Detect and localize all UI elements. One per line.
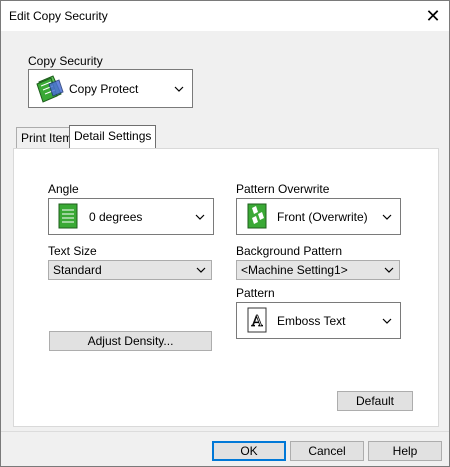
pattern-combobox[interactable]: A Emboss Text [236,302,401,339]
close-icon[interactable]: ✕ [421,4,445,28]
emboss-text-icon: A [247,307,267,336]
svg-text:A: A [251,312,263,330]
text-size-value: Standard [53,263,102,277]
ok-button[interactable]: OK [212,441,286,461]
window-title: Edit Copy Security [9,9,108,23]
copy-security-combobox[interactable]: Copy Protect [28,69,193,108]
angle-label: Angle [48,182,79,196]
footer-separator [1,431,449,432]
angle-combobox[interactable]: 0 degrees [48,198,214,235]
text-size-select[interactable]: Standard [48,260,212,280]
copy-protect-icon [35,74,65,107]
background-pattern-label: Background Pattern [236,244,343,258]
background-pattern-value: <Machine Setting1> [241,263,348,277]
text-size-label: Text Size [48,244,97,258]
help-button[interactable]: Help [368,441,442,461]
cancel-button[interactable]: Cancel [290,441,364,461]
pattern-overwrite-value: Front (Overwrite) [277,209,368,224]
pattern-value: Emboss Text [277,313,346,328]
copy-security-value: Copy Protect [69,81,139,96]
edit-copy-security-dialog: Edit Copy Security ✕ Copy Security Copy … [0,0,450,467]
angle-value: 0 degrees [89,209,143,224]
pattern-label: Pattern [236,286,275,300]
pattern-overwrite-icon [247,203,267,232]
adjust-density-button[interactable]: Adjust Density... [49,331,212,351]
background-pattern-select[interactable]: <Machine Setting1> [236,260,400,280]
pattern-overwrite-combobox[interactable]: Front (Overwrite) [236,198,401,235]
tab-detail-settings[interactable]: Detail Settings [69,125,157,148]
copy-security-label: Copy Security [28,54,103,68]
title-bar: Edit Copy Security ✕ [1,1,449,31]
default-button[interactable]: Default [337,391,413,411]
pattern-overwrite-label: Pattern Overwrite [236,182,330,196]
angle-icon [58,203,78,232]
